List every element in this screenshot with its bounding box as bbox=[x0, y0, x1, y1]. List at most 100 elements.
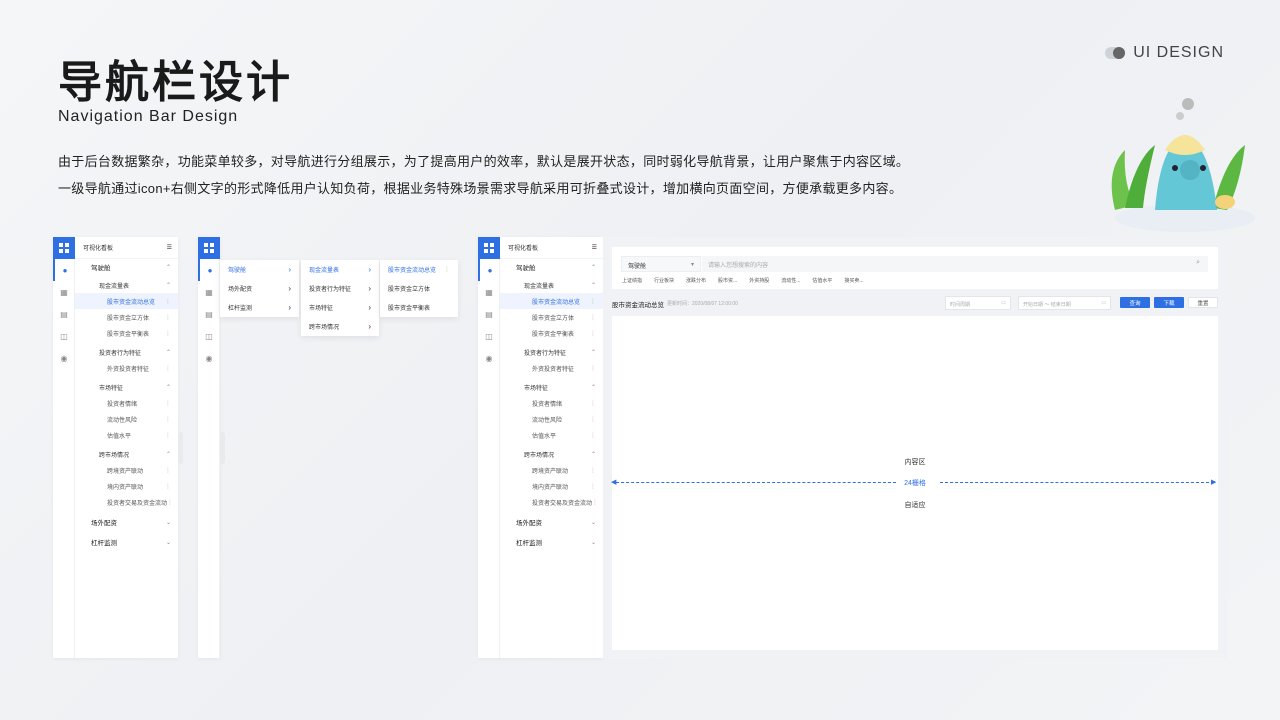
flyout-item[interactable]: 股市资金立方体 bbox=[380, 279, 458, 298]
nav-item[interactable]: 跨境资产联动 ⋮ bbox=[75, 462, 178, 478]
nav-item[interactable]: 外资投资者特征 ⋮ bbox=[75, 360, 178, 376]
nav-item[interactable]: 流动性风险 ⋮ bbox=[75, 411, 178, 427]
nav-item[interactable]: 市场特征 ⌃ bbox=[75, 379, 178, 395]
chevron-up-icon[interactable]: ⌃ bbox=[166, 451, 171, 458]
chevron-up-icon[interactable]: ⌃ bbox=[591, 282, 596, 289]
app-logo[interactable] bbox=[198, 237, 220, 259]
chart-icon[interactable]: ◫ bbox=[53, 325, 75, 347]
user-icon[interactable]: ◉ bbox=[53, 347, 75, 369]
user-icon[interactable]: ◉ bbox=[478, 347, 500, 369]
chevron-up-icon[interactable]: ⌃ bbox=[166, 384, 171, 391]
grid-icon[interactable]: ▦ bbox=[198, 281, 220, 303]
flyout-item[interactable]: 市场特征 › bbox=[301, 298, 379, 317]
chevron-up-icon[interactable]: ⌃ bbox=[166, 349, 171, 356]
period-select[interactable]: 时间周期 ▭ bbox=[945, 296, 1011, 310]
collapse-icon[interactable]: ☰ bbox=[592, 244, 597, 251]
document-icon[interactable]: ▤ bbox=[53, 303, 75, 325]
nav-item[interactable]: 外资投资者特征 ⋮ bbox=[500, 360, 603, 376]
more-icon[interactable]: ⋮ bbox=[444, 266, 450, 273]
nav-item[interactable]: 杠杆监测 ⌄ bbox=[500, 534, 603, 550]
query-button[interactable]: 查询 bbox=[1120, 297, 1150, 308]
collapse-icon[interactable]: ☰ bbox=[167, 244, 172, 251]
nav-item[interactable]: 跨境资产联动 ⋮ bbox=[500, 462, 603, 478]
date-range-picker[interactable]: 开始日期 ～ 结束日期 ▭ bbox=[1018, 296, 1111, 310]
flyout-item[interactable]: 投资者行为特征 › bbox=[301, 279, 379, 298]
more-icon[interactable]: ⋮ bbox=[590, 432, 596, 439]
nav-item[interactable]: 估值水平 ⋮ bbox=[75, 427, 178, 443]
nav-item[interactable]: 股市资金流动总览 ⋮ bbox=[75, 293, 178, 309]
flyout-item[interactable]: 场外配资 › bbox=[220, 279, 299, 298]
nav-item[interactable]: 股市资金立方体 ⋮ bbox=[500, 309, 603, 325]
dashboard-icon[interactable]: ● bbox=[478, 259, 500, 281]
chevron-up-icon[interactable]: ⌃ bbox=[591, 384, 596, 391]
quick-tag[interactable]: 流动性... bbox=[781, 277, 800, 284]
flyout-item[interactable]: 现金流量表 › bbox=[301, 260, 379, 279]
more-icon[interactable]: ⋮ bbox=[592, 499, 598, 506]
nav-item[interactable]: 股市资金平衡表 ⋮ bbox=[500, 325, 603, 341]
module-select[interactable]: 驾驶舱 ▾ bbox=[621, 256, 701, 272]
nav-item[interactable]: 现金流量表 ⌃ bbox=[500, 277, 603, 293]
nav-item[interactable]: 流动性风险 ⋮ bbox=[500, 411, 603, 427]
more-icon[interactable]: ⋮ bbox=[165, 330, 171, 337]
more-icon[interactable]: ⋮ bbox=[167, 499, 173, 506]
document-icon[interactable]: ▤ bbox=[198, 303, 220, 325]
more-icon[interactable]: ⋮ bbox=[165, 483, 171, 490]
nav-item[interactable]: 跨市场情况 ⌃ bbox=[500, 446, 603, 462]
quick-tag[interactable]: 行业板块 bbox=[654, 277, 674, 284]
more-icon[interactable]: ⋮ bbox=[165, 365, 171, 372]
document-icon[interactable]: ▤ bbox=[478, 303, 500, 325]
grid-icon[interactable]: ▦ bbox=[53, 281, 75, 303]
chevron-down-icon[interactable]: ⌄ bbox=[166, 539, 171, 546]
app-logo[interactable] bbox=[53, 237, 75, 259]
chevron-down-icon[interactable]: ⌄ bbox=[166, 519, 171, 526]
chevron-up-icon[interactable]: ⌃ bbox=[591, 264, 596, 271]
flyout-item[interactable]: 跨市场情况 › bbox=[301, 317, 379, 336]
more-icon[interactable]: ⋮ bbox=[590, 365, 596, 372]
chevron-down-icon[interactable]: ⌄ bbox=[591, 539, 596, 546]
nav-item[interactable]: 驾驶舱 ⌃ bbox=[500, 259, 603, 275]
nav-item[interactable]: 驾驶舱 ⌃ bbox=[75, 259, 178, 275]
nav-item[interactable]: 场外配资 ⌄ bbox=[75, 514, 178, 530]
flyout-item[interactable]: 股市资金平衡表 bbox=[380, 298, 458, 317]
reset-button[interactable]: 重置 bbox=[1188, 297, 1218, 308]
grid-icon[interactable]: ▦ bbox=[478, 281, 500, 303]
nav-item[interactable]: 投资者情绪 ⋮ bbox=[500, 395, 603, 411]
flyout-item[interactable]: 股市资金流动总览 ⋮ bbox=[380, 260, 458, 279]
more-icon[interactable]: ⋮ bbox=[590, 400, 596, 407]
more-icon[interactable]: ⋮ bbox=[165, 432, 171, 439]
nav-item[interactable]: 投资者行为特征 ⌃ bbox=[500, 344, 603, 360]
app-logo[interactable] bbox=[478, 237, 500, 259]
nav-item[interactable]: 股市资金立方体 ⋮ bbox=[75, 309, 178, 325]
chevron-up-icon[interactable]: ⌃ bbox=[591, 451, 596, 458]
more-icon[interactable]: ⋮ bbox=[165, 298, 171, 305]
expand-handle[interactable] bbox=[220, 432, 225, 464]
nav-item[interactable]: 境内资产联动 ⋮ bbox=[75, 478, 178, 494]
chevron-up-icon[interactable]: ⌃ bbox=[166, 264, 171, 271]
nav-item[interactable]: 估值水平 ⋮ bbox=[500, 427, 603, 443]
chevron-up-icon[interactable]: ⌃ bbox=[591, 349, 596, 356]
nav-item[interactable]: 境内资产联动 ⋮ bbox=[500, 478, 603, 494]
chevron-down-icon[interactable]: ⌄ bbox=[591, 519, 596, 526]
nav-item[interactable]: 股市资金平衡表 ⋮ bbox=[75, 325, 178, 341]
dashboard-icon[interactable]: ● bbox=[198, 259, 220, 281]
chevron-up-icon[interactable]: ⌃ bbox=[166, 282, 171, 289]
quick-tag[interactable]: 股市资... bbox=[718, 277, 737, 284]
quick-tag[interactable]: 估值水平 bbox=[812, 277, 832, 284]
nav-item[interactable]: 投资者行为特征 ⌃ bbox=[75, 344, 178, 360]
chart-icon[interactable]: ◫ bbox=[198, 325, 220, 347]
nav-item[interactable]: 股市资金流动总览 ⋮ bbox=[500, 293, 603, 309]
download-button[interactable]: 下载 bbox=[1154, 297, 1184, 308]
quick-tag[interactable]: 外资持股 bbox=[749, 277, 769, 284]
nav-item[interactable]: 投资者情绪 ⋮ bbox=[75, 395, 178, 411]
quick-tag[interactable]: 涨跌分布 bbox=[686, 277, 706, 284]
quick-tag[interactable]: 上证绩指 bbox=[622, 277, 642, 284]
more-icon[interactable]: ⋮ bbox=[165, 467, 171, 474]
more-icon[interactable]: ⋮ bbox=[590, 298, 596, 305]
dashboard-icon[interactable]: ● bbox=[53, 259, 75, 281]
more-icon[interactable]: ⋮ bbox=[590, 483, 596, 490]
nav-item[interactable]: 市场特征 ⌃ bbox=[500, 379, 603, 395]
more-icon[interactable]: ⋮ bbox=[590, 330, 596, 337]
collapse-handle[interactable] bbox=[178, 432, 183, 464]
quick-tag[interactable]: 接买卖... bbox=[844, 277, 863, 284]
more-icon[interactable]: ⋮ bbox=[590, 314, 596, 321]
